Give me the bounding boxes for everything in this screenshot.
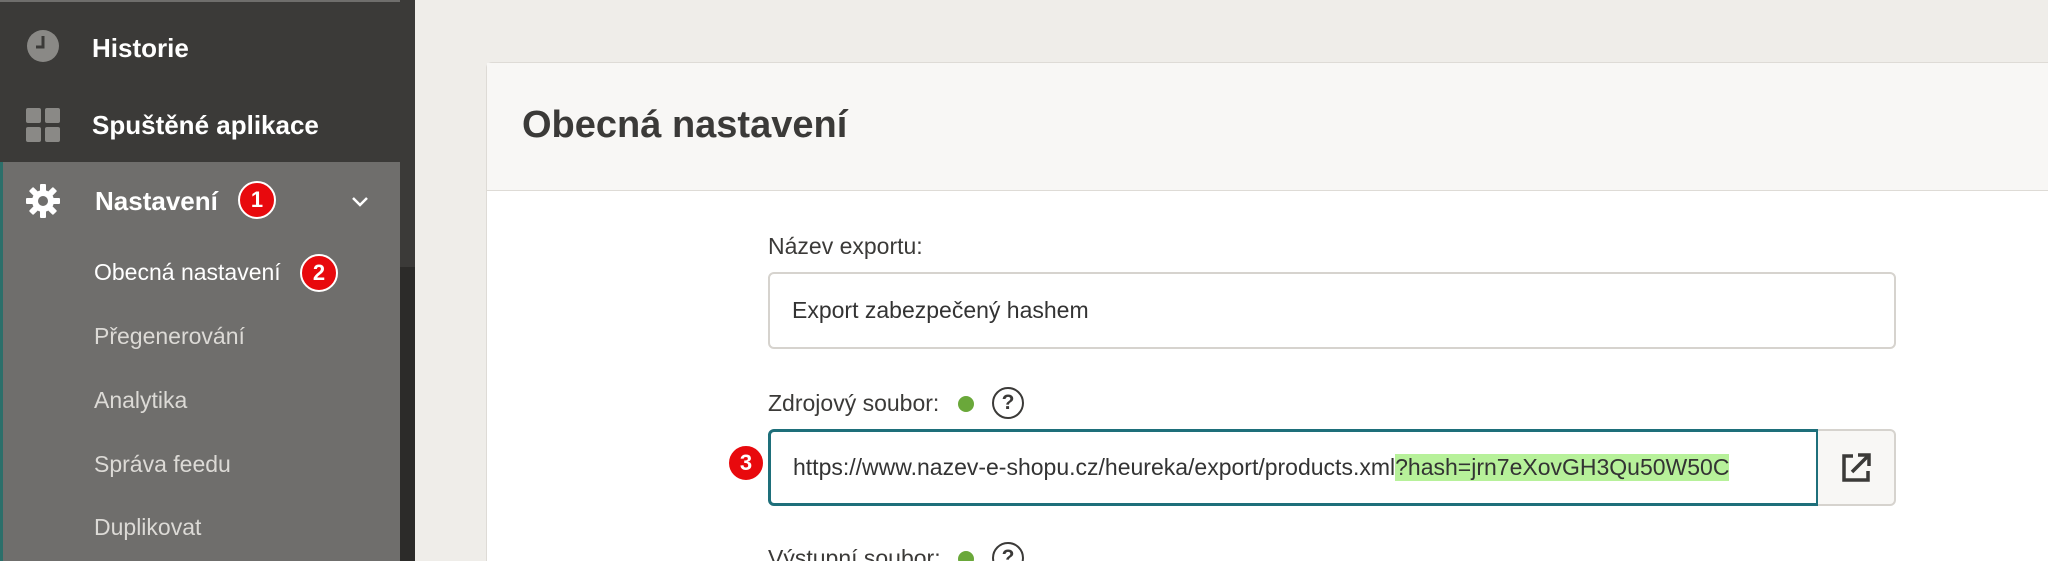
help-icon[interactable]: ?	[992, 387, 1024, 419]
submenu-item-pregenerovani[interactable]: Přegenerování	[94, 323, 245, 350]
sidebar-item-spustene-aplikace[interactable]: Spuštěné aplikace	[0, 82, 400, 162]
annotation-badge-3: 3	[727, 444, 765, 482]
sidebar-item-label: Historie	[92, 33, 189, 63]
gear-icon	[26, 184, 60, 218]
sidebar-scrollbar-thumb[interactable]	[400, 267, 415, 561]
sidebar-item-historie[interactable]: Historie	[0, 2, 400, 88]
annotation-badge-1: 1	[238, 181, 276, 219]
chevron-down-icon[interactable]	[350, 192, 370, 212]
sidebar-item-label: Nastavení	[95, 186, 218, 216]
external-link-icon	[1842, 452, 1871, 482]
source-file-input[interactable]: https://www.nazev-e-shopu.cz/heureka/exp…	[768, 429, 1819, 506]
open-external-button[interactable]	[1818, 429, 1896, 506]
grid-icon	[26, 108, 60, 142]
clock-icon	[27, 30, 59, 62]
submenu-item-sprava-feedu[interactable]: Správa feedu	[94, 451, 231, 478]
submenu-item-obecna-nastaveni[interactable]: Obecná nastavení	[94, 259, 281, 286]
annotation-badge-2: 2	[300, 254, 338, 292]
output-file-label: Výstupní soubor:	[768, 545, 941, 561]
submenu-item-duplikovat[interactable]: Duplikovat	[94, 514, 201, 541]
status-dot	[958, 551, 974, 561]
export-name-input[interactable]: Export zabezpečený hashem	[768, 272, 1896, 349]
source-file-url: https://www.nazev-e-shopu.cz/heureka/exp…	[793, 454, 1396, 480]
page-title: Obecná nastavení	[522, 104, 848, 146]
source-file-label: Zdrojový soubor:	[768, 390, 940, 416]
export-name-value: Export zabezpečený hashem	[792, 297, 1089, 323]
sidebar-item-nastaveni[interactable]: Nastavení 1	[0, 162, 400, 242]
export-name-label: Název exportu:	[768, 233, 923, 259]
submenu-rail	[0, 242, 3, 561]
submenu-item-analytika[interactable]: Analytika	[94, 387, 187, 414]
source-file-hash: ?hash=jrn7eXovGH3Qu50W50C	[1395, 454, 1730, 481]
status-dot	[958, 396, 974, 412]
sidebar-item-label: Spuštěné aplikace	[92, 110, 319, 140]
